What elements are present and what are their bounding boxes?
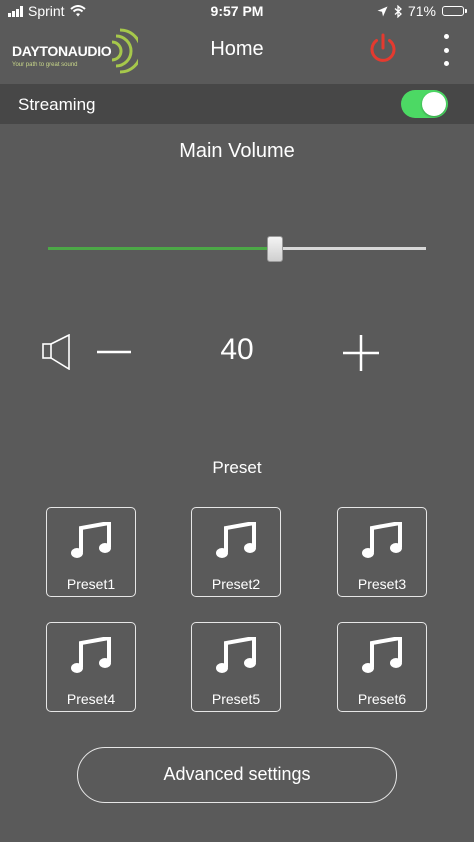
preset-label: Preset6 — [357, 691, 407, 707]
preset-title: Preset — [212, 458, 262, 477]
vertical-dots-icon — [443, 34, 449, 39]
plus-icon — [343, 335, 379, 371]
battery-tip — [465, 9, 467, 13]
music-note-icon — [362, 522, 402, 558]
preset-label: Preset1 — [66, 576, 116, 592]
volume-slider[interactable] — [48, 236, 426, 262]
battery-icon — [442, 6, 467, 16]
more-menu-button[interactable] — [436, 34, 456, 66]
music-note-icon — [216, 637, 256, 673]
status-bar: Sprint 9:57 PM 71% — [0, 0, 474, 24]
volume-up-button[interactable] — [342, 334, 380, 372]
preset-button-3[interactable]: Preset3 — [337, 507, 427, 597]
preset-button-1[interactable]: Preset1 — [46, 507, 136, 597]
preset-button-6[interactable]: Preset6 — [337, 622, 427, 712]
preset-button-5[interactable]: Preset5 — [191, 622, 281, 712]
power-button[interactable] — [365, 31, 401, 67]
slider-fill — [48, 247, 275, 250]
preset-label: Preset5 — [211, 691, 261, 707]
battery-percent: 71% — [407, 3, 436, 19]
nav-bar: DAYTONAUDIO Your path to great sound Hom… — [0, 24, 474, 84]
volume-value: 40 — [220, 333, 254, 366]
location-arrow-icon — [377, 6, 388, 16]
slider-track — [275, 247, 426, 250]
streaming-label: Streaming — [18, 95, 96, 114]
music-note-icon — [362, 637, 402, 673]
streaming-toggle[interactable] — [401, 90, 448, 118]
vertical-dots-icon — [443, 61, 449, 66]
vertical-dots-icon — [443, 47, 449, 53]
minus-icon — [97, 350, 131, 354]
streaming-row: Streaming — [0, 84, 474, 124]
status-right: 71% — [377, 3, 467, 19]
advanced-settings-button[interactable]: Advanced settings — [77, 747, 397, 803]
volume-down-button[interactable] — [96, 334, 132, 370]
toggle-knob — [422, 92, 446, 116]
power-icon — [370, 33, 396, 62]
music-note-icon — [71, 522, 111, 558]
preset-label: Preset4 — [66, 691, 116, 707]
preset-label: Preset3 — [357, 576, 407, 592]
preset-button-4[interactable]: Preset4 — [46, 622, 136, 712]
logo-tagline: Your path to great sound — [12, 62, 78, 68]
main-volume-title: Main Volume — [179, 140, 295, 162]
music-note-icon — [71, 637, 111, 673]
preset-label: Preset2 — [211, 576, 261, 592]
speaker-icon — [42, 334, 70, 370]
music-note-icon — [216, 522, 256, 558]
bluetooth-icon — [394, 4, 402, 18]
page-title: Home — [210, 38, 264, 60]
preset-button-2[interactable]: Preset2 — [191, 507, 281, 597]
slider-thumb[interactable] — [267, 236, 283, 262]
